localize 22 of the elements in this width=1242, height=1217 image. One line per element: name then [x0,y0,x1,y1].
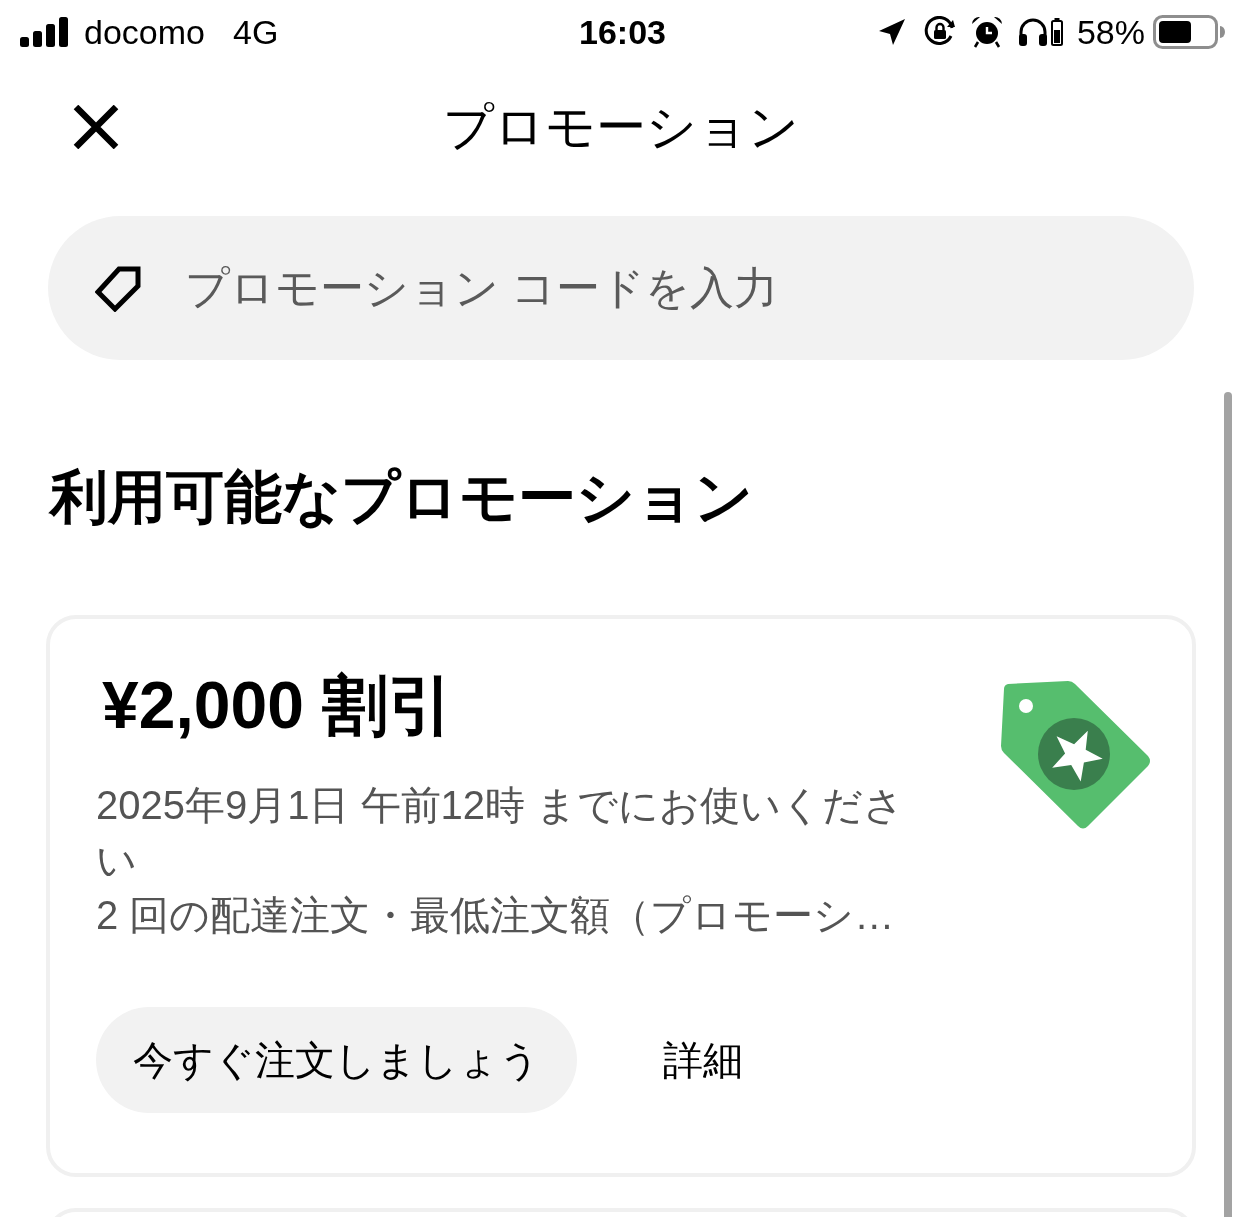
signal-icon [20,17,70,47]
order-button[interactable]: 今すぐ注文しましょう [96,1007,577,1113]
alarm-clock-icon [970,16,1003,48]
battery-icon [1153,15,1225,49]
details-link[interactable]: 詳細 [663,1035,743,1085]
rotation-lock-icon [923,16,956,48]
network-type: 4G [232,12,279,52]
promo-code-field[interactable]: プロモーション コードを入力 [48,216,1194,360]
battery-percent: 58% [1076,12,1145,52]
section-title: 利用可能なプロモーション [50,463,753,531]
page-title: プロモーション [443,98,799,157]
promo-title: ¥2,000 割引 [101,667,455,744]
carrier-name: docomo [84,12,205,52]
headphone-battery-icon [1050,18,1063,46]
close-icon [72,105,120,149]
promo-detail: 2025年9月1日 午前12時 までにお使いください [96,782,906,884]
tag-outline-icon [95,266,141,312]
close-button[interactable] [72,105,120,149]
status-time: 16:03 [579,12,666,52]
promo-detail: 2 回の配達注文・最低注文額（プロモーシ… [96,892,896,939]
location-arrow-icon [877,18,906,46]
headphones-icon [1017,17,1048,47]
